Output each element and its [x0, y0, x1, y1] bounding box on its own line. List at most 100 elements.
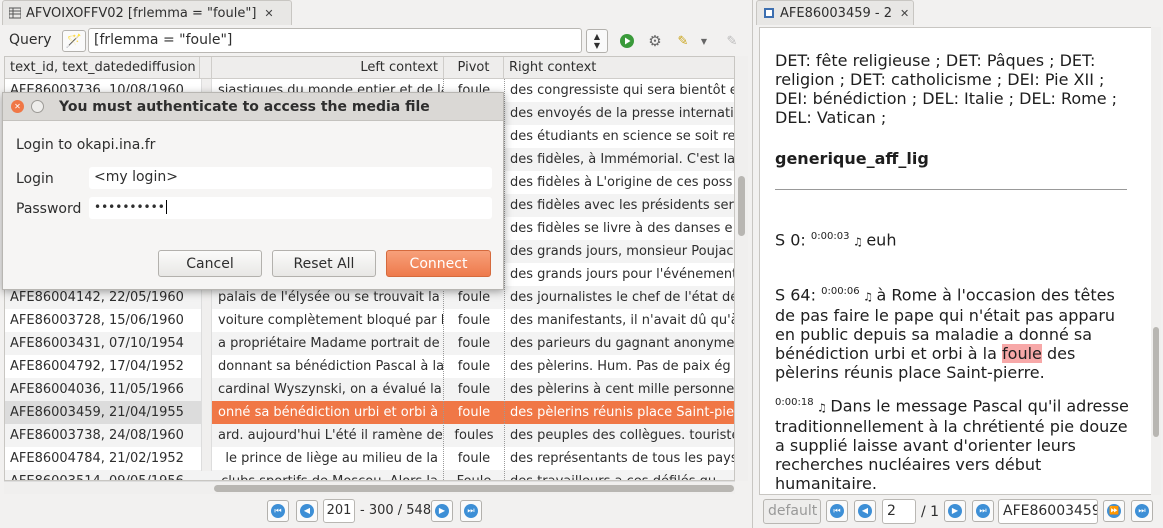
table-row[interactable]: AFE86003459, 21/04/1955 onné sa bénédicti… [5, 401, 734, 424]
scrollbar-thumb[interactable] [738, 176, 745, 236]
next-page-button[interactable]: ▶ [431, 500, 453, 522]
gear-icon: ⚙ [648, 32, 662, 50]
cell-left-context: voiture complètement bloqué par la [218, 313, 443, 328]
edit-disabled-button: ✎ [722, 31, 742, 51]
timestamp: 0:00:18 [775, 397, 814, 408]
column-header-right-context[interactable]: Right context [504, 57, 734, 79]
cancel-button[interactable]: Cancel [158, 250, 262, 277]
table-row[interactable]: AFE86004036, 11/05/1966 cardinal Wyszynsk… [5, 378, 734, 401]
previous-icon: ◀ [858, 504, 872, 518]
cell-right-context: des grands jours, monsieur Poujac [510, 244, 734, 259]
cell-right-context: des peuples des collègues. touriste [510, 428, 735, 443]
chevron-down-icon: ▼ [593, 41, 601, 50]
segment-next: 0:00:18 ♫ Dans le message Pascal qu'il a… [775, 393, 1135, 493]
segment-text: euh [866, 230, 897, 250]
reset-all-button[interactable]: Reset All [272, 250, 376, 277]
cell-pivot: foule [457, 382, 491, 397]
query-history-stepper[interactable]: ▲ ▼ [586, 29, 608, 53]
next-document-button[interactable]: ⏩ [1103, 500, 1125, 522]
login-label: Login [16, 171, 54, 187]
cell-text-id: AFE86003738, 24/08/1960 [10, 428, 184, 443]
next-page-button[interactable]: ▶ [944, 500, 966, 522]
table-row[interactable]: AFE86003738, 24/08/1960 ard. aujourd'hui … [5, 424, 735, 447]
last-document-icon: ⏭ [1135, 504, 1149, 518]
password-value: •••••••••• [94, 200, 165, 214]
music-note-icon[interactable]: ♫ [814, 401, 831, 414]
cell-pivot: Foule [444, 470, 504, 480]
highlighter-icon: ✎ [677, 33, 689, 49]
column-header-text-id[interactable]: text_id, text_datedediffusion [5, 57, 200, 79]
cell-left-context: onné sa bénédiction urbi et orbi à la [218, 405, 443, 420]
segment-s64: S 64: 0:00:06 ♫ à Rome à l'occasion des … [775, 282, 1135, 382]
close-icon[interactable]: ✕ [264, 7, 273, 20]
mode-field[interactable]: default [763, 499, 821, 524]
close-icon[interactable]: ✕ [11, 100, 24, 113]
cell-text-id: AFE86004792, 17/04/1952 [10, 359, 184, 374]
query-assist-button[interactable]: 🪄 [62, 30, 86, 52]
concordance-tab[interactable]: AFVOIXOFFV02 [frlemma = "foule"] ✕ [2, 0, 292, 25]
cell-text-id: AFE86003728, 15/06/1960 [10, 313, 184, 328]
cell-pivot: foule [457, 336, 491, 351]
cell-left-context: le prince de liège au milieu de la [225, 451, 438, 466]
run-query-button[interactable] [617, 31, 637, 51]
maximize-icon[interactable] [31, 100, 44, 113]
last-page-button[interactable]: ⏭ [972, 500, 994, 522]
concordance-pane: AFVOIXOFFV02 [frlemma = "foule"] ✕ Query… [0, 0, 752, 528]
cell-pivot: foules [454, 428, 494, 443]
table-vertical-scrollbar[interactable] [735, 56, 748, 481]
document-scrollbar[interactable] [1151, 27, 1161, 495]
scrollbar-thumb[interactable] [214, 485, 734, 492]
dialog-subtitle: Login to okapi.ina.fr [16, 137, 156, 153]
cell-right-context: des fidèles à L'origine de ces poss [510, 175, 733, 190]
query-bar: Query 🪄 [frlemma = "foule"] ▲ ▼ ⚙ ✎ ▼ ✎ [0, 27, 752, 55]
cell-pivot: foule [457, 359, 491, 374]
password-input[interactable]: •••••••••• [89, 197, 492, 219]
table-row[interactable]: AFE86004784, 21/02/1952 le prince de lièg… [5, 447, 735, 470]
page-field[interactable]: 2 [882, 499, 916, 524]
magic-wand-icon: 🪄 [65, 33, 83, 49]
table-row[interactable]: AFE86003431, 07/10/1954 a propriétaire Ma… [5, 332, 734, 355]
last-document-button[interactable]: ⏭ [1131, 500, 1153, 522]
cell-text-id: AFE86003459, 21/04/1955 [5, 401, 201, 424]
table-row[interactable]: AFE86003514, 09/05/1956 clubs sportifs de… [5, 470, 734, 480]
previous-page-button[interactable]: ◀ [296, 500, 318, 522]
cell-right-context: des représentants de tous les pays [510, 451, 735, 466]
query-input[interactable]: [frlemma = "foule"] [88, 28, 582, 53]
settings-button[interactable]: ⚙ [645, 31, 665, 51]
previous-icon: ◀ [300, 504, 314, 518]
cell-left-context: donnant sa bénédiction Pascal à la [218, 359, 443, 374]
highlight-menu-button[interactable]: ▼ [697, 31, 711, 51]
table-row[interactable]: AFE86003728, 15/06/1960 voiture complètem… [5, 309, 734, 332]
header-spacer [200, 57, 212, 79]
cell-left-context: ard. aujourd'hui L'été il ramène des [218, 428, 443, 443]
connect-button[interactable]: Connect [386, 250, 491, 277]
document-tab[interactable]: AFE86003459 - 2 ✕ [756, 0, 914, 25]
previous-page-button[interactable]: ◀ [854, 500, 876, 522]
cell-pivot: foule [457, 451, 491, 466]
cell-left-context: clubs sportifs de Moscou. Alors la [213, 470, 443, 480]
document-id-field[interactable]: AFE86003459 [998, 499, 1098, 524]
last-page-icon: ⏭ [976, 504, 990, 518]
table-horizontal-scrollbar[interactable] [4, 481, 735, 494]
cell-right-context: des envoyés de la presse internati [510, 106, 734, 121]
cell-left-context: a propriétaire Madame portrait de la [218, 336, 443, 351]
column-header-pivot[interactable]: Pivot [444, 57, 504, 79]
highlight-button[interactable]: ✎ [673, 31, 693, 51]
auth-dialog: ✕ You must authenticate to access the me… [2, 92, 504, 290]
cell-right-context: des congressiste qui sera bientôt e [510, 83, 735, 98]
music-note-icon[interactable]: ♫ [860, 290, 877, 303]
last-page-button[interactable]: ⏭ [460, 500, 482, 522]
next-icon: ▶ [435, 504, 449, 518]
close-icon[interactable]: ✕ [900, 7, 909, 20]
music-note-icon[interactable]: ♫ [849, 235, 866, 248]
page-start-field[interactable]: 201 [323, 499, 355, 523]
table-row[interactable]: AFE86004792, 17/04/1952 donnant sa bénédi… [5, 355, 734, 378]
descriptors-text: DET: fête religieuse ; DET: Pâques ; DET… [775, 51, 1118, 127]
first-page-button[interactable]: ⏮ [826, 500, 848, 522]
cell-pivot: foule [457, 405, 491, 420]
first-page-button[interactable]: ⏮ [267, 500, 289, 522]
column-header-left-context[interactable]: Left context [212, 57, 444, 79]
scrollbar-thumb[interactable] [1153, 327, 1159, 437]
login-input[interactable]: <my login> [89, 167, 492, 189]
dialog-titlebar: ✕ You must authenticate to access the me… [3, 93, 503, 121]
